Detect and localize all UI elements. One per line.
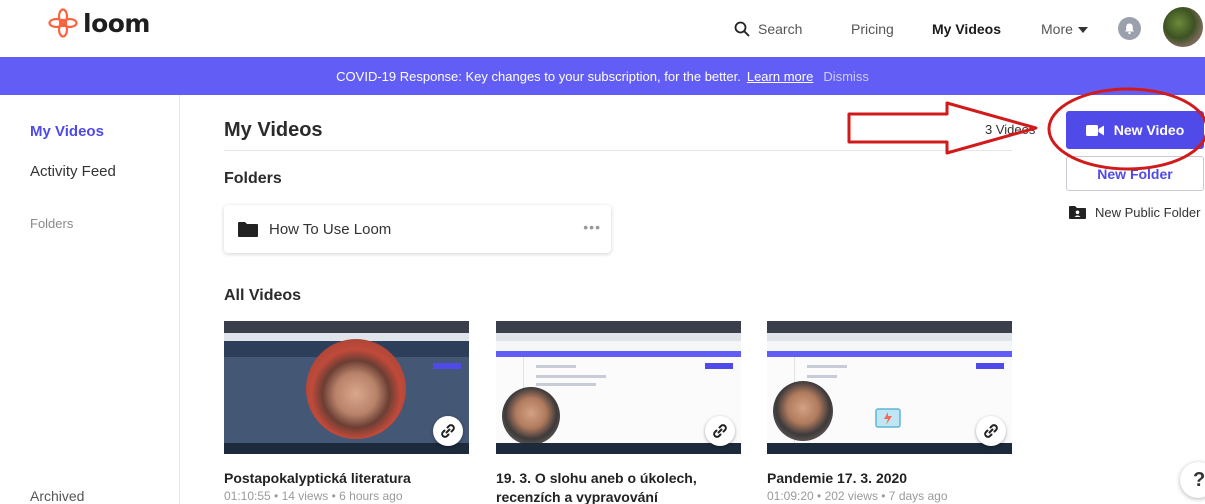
banner-text: COVID-19 Response: Key changes to your s… <box>336 68 741 84</box>
thumb-taskbar <box>496 443 741 454</box>
video-title[interactable]: Pandemie 17. 3. 2020 <box>767 470 1012 486</box>
sidebar-item-archived[interactable]: Archived <box>30 488 84 504</box>
banner-dismiss-button[interactable]: Dismiss <box>823 69 869 84</box>
new-folder-button[interactable]: New Folder <box>1066 156 1204 191</box>
help-button[interactable]: ? <box>1180 462 1205 498</box>
folders-heading: Folders <box>224 170 282 187</box>
nav-pricing[interactable]: Pricing <box>851 0 894 57</box>
video-thumbnail[interactable] <box>224 321 469 454</box>
video-title-continued[interactable]: recenzích a vypravování <box>496 489 741 504</box>
folder-card[interactable]: How To Use Loom ••• <box>224 205 611 253</box>
thumb-app-bar <box>496 341 741 351</box>
banner-learn-more-link[interactable]: Learn more <box>747 69 813 84</box>
sidebar: My Videos Activity Feed Folders Archived <box>0 95 180 504</box>
notifications-button[interactable] <box>1118 17 1141 40</box>
copy-link-button[interactable] <box>976 416 1006 446</box>
thumb-line <box>536 383 596 386</box>
thumb-mini-button <box>705 363 733 369</box>
new-folder-label: New Folder <box>1097 165 1173 182</box>
tv-illustration-icon <box>875 408 901 428</box>
link-icon <box>713 424 727 438</box>
chevron-down-icon <box>1077 26 1088 33</box>
title-divider <box>224 150 1012 151</box>
new-video-label: New Video <box>1113 122 1185 138</box>
nav-pricing-label: Pricing <box>851 20 894 37</box>
sidebar-item-activity-feed[interactable]: Activity Feed <box>30 163 116 180</box>
video-thumbnail[interactable] <box>767 321 1012 454</box>
folder-icon <box>238 222 258 237</box>
video-meta: 01:09:20 • 202 views • 7 days ago <box>767 489 948 503</box>
nav-search-label: Search <box>758 20 803 37</box>
video-meta: 01:10:55 • 14 views • 6 hours ago <box>224 489 403 503</box>
new-public-folder-button[interactable]: New Public Folder <box>1069 205 1201 220</box>
public-folder-icon <box>1069 206 1086 219</box>
bell-icon <box>1125 23 1134 35</box>
video-card[interactable]: 19. 3. O slohu aneb o úkolech, recenzích… <box>496 321 741 504</box>
folder-menu-button[interactable]: ••• <box>583 219 601 235</box>
thumb-browser-tabs <box>224 321 469 333</box>
link-icon <box>984 424 998 438</box>
new-video-button[interactable]: New Video <box>1066 111 1204 149</box>
nav-search[interactable]: Search <box>734 0 802 57</box>
top-bar: loom Search Pricing My Videos More <box>0 0 1205 57</box>
presenter-face <box>773 381 833 441</box>
video-card[interactable]: Pandemie 17. 3. 2020 01:09:20 • 202 view… <box>767 321 1012 503</box>
help-label: ? <box>1193 468 1205 491</box>
thumb-browser-tabs <box>496 321 741 333</box>
thumb-browser-tabs <box>767 321 1012 333</box>
thumb-line <box>536 365 576 368</box>
nav-my-videos[interactable]: My Videos <box>932 0 1001 57</box>
thumb-line <box>807 375 837 378</box>
announcement-banner: COVID-19 Response: Key changes to your s… <box>0 57 1205 95</box>
thumb-line <box>807 365 847 368</box>
thumb-url-bar <box>496 333 741 341</box>
thumb-line <box>536 375 606 378</box>
thumb-url-bar <box>767 333 1012 341</box>
sidebar-folders-heading: Folders <box>30 216 74 231</box>
thumb-taskbar <box>767 443 1012 454</box>
folder-name: How To Use Loom <box>269 221 392 238</box>
search-icon <box>734 21 750 36</box>
thumb-mini-button <box>976 363 1004 369</box>
thumb-app-bar <box>767 341 1012 351</box>
nav-more-label: More <box>1041 20 1073 37</box>
video-title[interactable]: Postapokalyptická literatura <box>224 470 469 486</box>
presenter-face <box>502 387 560 445</box>
nav-more[interactable]: More <box>1041 0 1088 57</box>
link-icon <box>441 424 455 438</box>
video-card[interactable]: Postapokalyptická literatura 01:10:55 • … <box>224 321 469 503</box>
video-title[interactable]: 19. 3. O slohu aneb o úkolech, <box>496 470 741 486</box>
video-count: 3 Videos <box>985 122 1036 137</box>
sidebar-item-my-videos[interactable]: My Videos <box>30 123 104 140</box>
copy-link-button[interactable] <box>433 416 463 446</box>
all-videos-heading: All Videos <box>224 287 302 304</box>
thumb-mini-button <box>433 363 461 369</box>
nav-my-videos-label: My Videos <box>932 20 1001 37</box>
logo-text: loom <box>83 8 150 38</box>
presenter-face <box>306 339 406 439</box>
page-title: My Videos <box>224 119 323 141</box>
copy-link-button[interactable] <box>705 416 735 446</box>
new-public-folder-label: New Public Folder <box>1095 205 1201 220</box>
loom-logo-icon <box>48 8 78 38</box>
loom-logo[interactable]: loom <box>48 8 150 38</box>
video-thumbnail[interactable] <box>496 321 741 454</box>
camera-icon <box>1085 124 1104 136</box>
thumb-taskbar <box>224 443 469 454</box>
user-avatar[interactable] <box>1163 7 1203 47</box>
